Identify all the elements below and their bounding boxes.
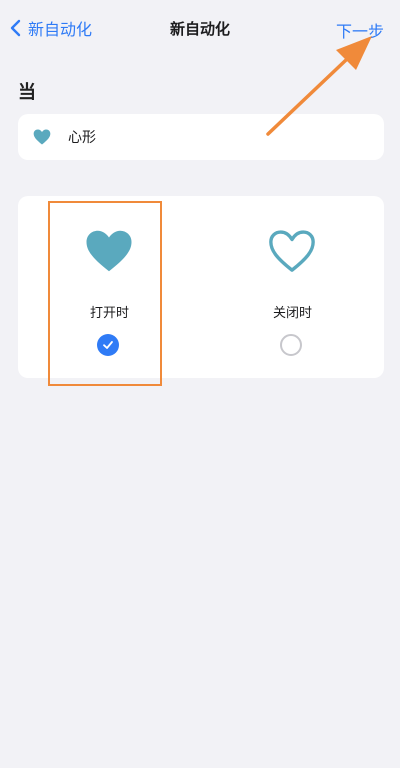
heart-icon bbox=[33, 129, 51, 145]
radio-checked[interactable] bbox=[97, 334, 119, 356]
option-turned-off[interactable]: 关闭时 bbox=[201, 196, 384, 378]
next-button[interactable]: 下一步 bbox=[336, 18, 384, 42]
option-turned-on[interactable]: 打开时 bbox=[18, 196, 201, 378]
trigger-label: 心形 bbox=[68, 130, 96, 146]
option-label-off: 关闭时 bbox=[272, 306, 312, 321]
navigation-bar: 新自动化 新自动化 下一步 bbox=[0, 0, 400, 60]
radio-unchecked[interactable] bbox=[280, 334, 302, 356]
section-label: 当 bbox=[18, 82, 36, 103]
heart-filled-icon bbox=[86, 230, 132, 272]
options-card: 打开时 关闭时 bbox=[18, 196, 384, 378]
option-label-on: 打开时 bbox=[89, 306, 129, 321]
trigger-card[interactable]: 心形 bbox=[18, 114, 384, 160]
checkmark-icon bbox=[103, 341, 113, 349]
heart-outline-icon bbox=[269, 230, 315, 272]
